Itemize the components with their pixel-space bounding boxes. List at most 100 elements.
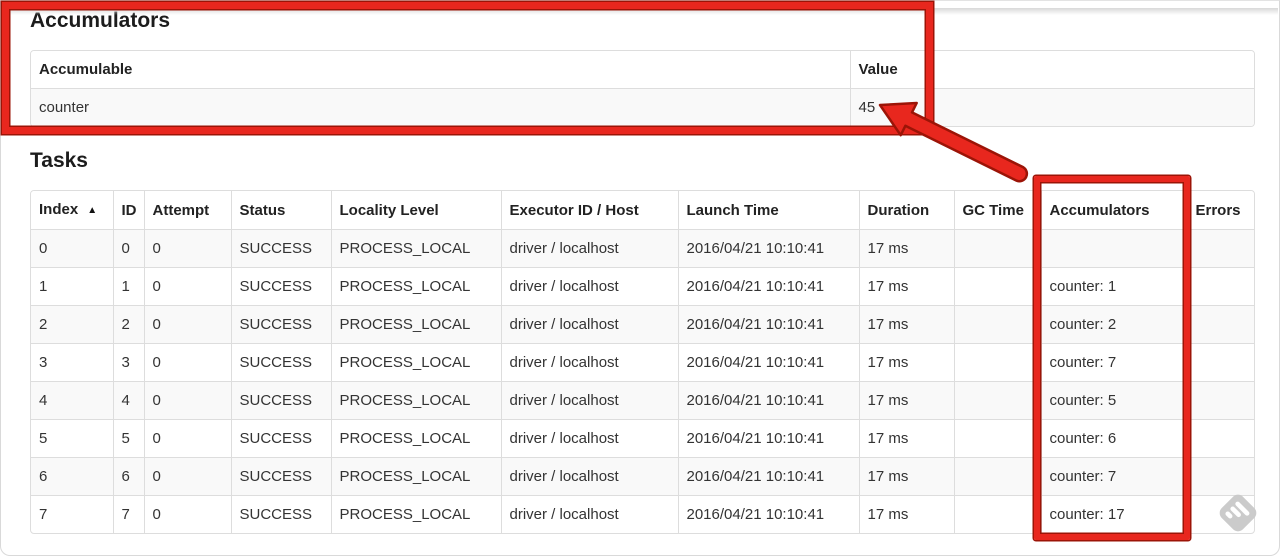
duration-column-header[interactable]: Duration	[859, 191, 955, 230]
task-cell-locality: PROCESS_LOCAL	[331, 419, 502, 458]
task-cell-id: 2	[113, 305, 145, 344]
task-cell-errors	[1187, 457, 1254, 496]
task-cell-gc	[954, 229, 1042, 268]
task-cell-accumulators	[1041, 229, 1188, 268]
task-cell-id: 0	[113, 229, 145, 268]
task-cell-gc	[954, 343, 1042, 382]
task-cell-duration: 17 ms	[859, 229, 955, 268]
task-cell-id: 3	[113, 343, 145, 382]
task-cell-launch: 2016/04/21 10:10:41	[678, 457, 860, 496]
task-cell-gc	[954, 267, 1042, 306]
task-cell-accumulators: counter: 2	[1041, 305, 1188, 344]
task-cell-status: SUCCESS	[231, 229, 332, 268]
task-row: 4 4 0 SUCCESS PROCESS_LOCAL driver / localhos…	[31, 381, 1254, 420]
task-cell-gc	[954, 305, 1042, 344]
task-cell-errors	[1187, 229, 1254, 268]
task-cell-id: 6	[113, 457, 145, 496]
task-cell-status: SUCCESS	[231, 419, 332, 458]
task-cell-id: 1	[113, 267, 145, 306]
task-cell-errors	[1187, 381, 1254, 420]
accumulable-value-cell: 45	[858, 99, 876, 116]
task-cell-gc	[954, 419, 1042, 458]
task-cell-gc	[954, 495, 1042, 533]
feedly-diamond-icon	[1219, 494, 1257, 532]
task-row: 3 3 0 SUCCESS PROCESS_LOCAL driver / localhos…	[31, 343, 1254, 382]
task-cell-index: 4	[31, 381, 114, 420]
task-cell-index: 6	[31, 457, 114, 496]
task-cell-status: SUCCESS	[231, 495, 332, 533]
task-cell-locality: PROCESS_LOCAL	[331, 267, 502, 306]
accumulable-column-header: Accumulable	[31, 51, 851, 89]
accumulators-table: Accumulable Value counter 45	[30, 50, 1255, 127]
task-cell-attempt: 0	[144, 305, 232, 344]
task-cell-accumulators: counter: 7	[1041, 343, 1188, 382]
task-cell-status: SUCCESS	[231, 381, 332, 420]
task-cell-errors	[1187, 267, 1254, 306]
task-cell-attempt: 0	[144, 457, 232, 496]
task-cell-locality: PROCESS_LOCAL	[331, 495, 502, 533]
task-cell-duration: 17 ms	[859, 343, 955, 382]
task-cell-index: 3	[31, 343, 114, 382]
task-cell-duration: 17 ms	[859, 419, 955, 458]
task-cell-duration: 17 ms	[859, 381, 955, 420]
gc-time-column-header[interactable]: GC Time	[954, 191, 1042, 230]
launch-time-column-header[interactable]: Launch Time	[678, 191, 860, 230]
task-cell-index: 5	[31, 419, 114, 458]
task-cell-id: 4	[113, 381, 145, 420]
tasks-section-title: Tasks	[30, 149, 88, 172]
spark-ui-stage-page: Accumulators Accumulable Value counter 4…	[0, 0, 1280, 556]
accumulator-row: counter 45	[31, 88, 1254, 126]
task-cell-launch: 2016/04/21 10:10:41	[678, 267, 860, 306]
locality-level-column-header[interactable]: Locality Level	[331, 191, 502, 230]
tasks-header-row: Index ▲ ID Attempt Status Locality Level …	[31, 191, 1254, 230]
task-cell-id: 7	[113, 495, 145, 533]
task-cell-attempt: 0	[144, 343, 232, 382]
task-cell-errors	[1187, 419, 1254, 458]
task-row: 5 5 0 SUCCESS PROCESS_LOCAL driver / localhos…	[31, 419, 1254, 458]
task-cell-status: SUCCESS	[231, 457, 332, 496]
task-cell-id: 5	[113, 419, 145, 458]
task-cell-index: 0	[31, 229, 114, 268]
task-row: 0 0 0 SUCCESS PROCESS_LOCAL driver / localhos…	[31, 229, 1254, 268]
task-cell-errors	[1187, 305, 1254, 344]
task-row: 7 7 0 SUCCESS PROCESS_LOCAL driver / localhos…	[31, 495, 1254, 533]
index-column-header[interactable]: Index ▲	[31, 191, 114, 230]
task-cell-executor: driver / localhost	[501, 305, 679, 344]
task-cell-accumulators: counter: 5	[1041, 381, 1188, 420]
id-column-header[interactable]: ID	[113, 191, 145, 230]
task-cell-executor: driver / localhost	[501, 457, 679, 496]
task-cell-locality: PROCESS_LOCAL	[331, 381, 502, 420]
task-cell-accumulators: counter: 17	[1041, 495, 1188, 533]
task-row: 6 6 0 SUCCESS PROCESS_LOCAL driver / localhos…	[31, 457, 1254, 496]
task-cell-duration: 17 ms	[859, 495, 955, 533]
accumulable-name-cell: counter	[31, 88, 851, 126]
status-column-header[interactable]: Status	[231, 191, 332, 230]
task-cell-duration: 17 ms	[859, 267, 955, 306]
task-cell-executor: driver / localhost	[501, 343, 679, 382]
task-cell-locality: PROCESS_LOCAL	[331, 457, 502, 496]
task-cell-status: SUCCESS	[231, 305, 332, 344]
task-cell-executor: driver / localhost	[501, 381, 679, 420]
errors-column-header[interactable]: Errors	[1187, 191, 1254, 230]
task-cell-launch: 2016/04/21 10:10:41	[678, 305, 860, 344]
task-row: 1 1 0 SUCCESS PROCESS_LOCAL driver / localhos…	[31, 267, 1254, 306]
task-cell-index: 7	[31, 495, 114, 533]
accumulators-column-header[interactable]: Accumulators	[1041, 191, 1188, 230]
task-cell-locality: PROCESS_LOCAL	[331, 229, 502, 268]
task-cell-attempt: 0	[144, 229, 232, 268]
task-cell-launch: 2016/04/21 10:10:41	[678, 419, 860, 458]
task-cell-launch: 2016/04/21 10:10:41	[678, 229, 860, 268]
task-cell-accumulators: counter: 7	[1041, 457, 1188, 496]
task-cell-gc	[954, 457, 1042, 496]
attempt-column-header[interactable]: Attempt	[144, 191, 232, 230]
executor-id-host-column-header[interactable]: Executor ID / Host	[501, 191, 679, 230]
tasks-table: Index ▲ ID Attempt Status Locality Level …	[30, 190, 1255, 534]
task-cell-executor: driver / localhost	[501, 229, 679, 268]
task-cell-executor: driver / localhost	[501, 419, 679, 458]
task-cell-attempt: 0	[144, 267, 232, 306]
accumulators-header-row: Accumulable Value	[31, 51, 1254, 89]
value-column-header: Value	[850, 51, 1254, 89]
task-cell-launch: 2016/04/21 10:10:41	[678, 343, 860, 382]
task-row: 2 2 0 SUCCESS PROCESS_LOCAL driver / localhos…	[31, 305, 1254, 344]
task-cell-status: SUCCESS	[231, 267, 332, 306]
